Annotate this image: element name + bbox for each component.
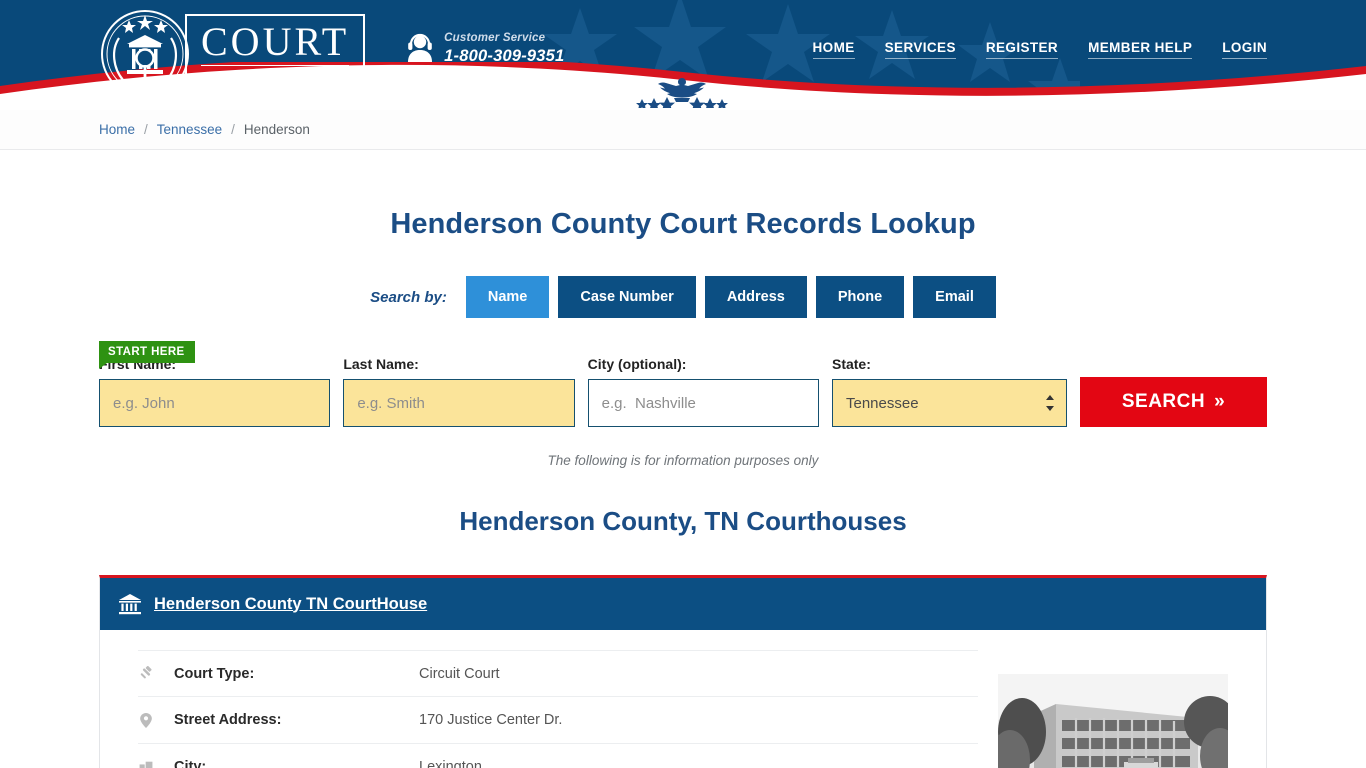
nav-login[interactable]: LOGIN [1222,40,1267,59]
state-label: State: [831,356,871,372]
table-row: Court Type: Circuit Court [138,650,978,697]
last-name-field-group: Last Name: [343,356,575,427]
breadcrumb: Home / Tennessee / Henderson [99,122,1267,137]
page-title: Henderson County Court Records Lookup [390,208,976,240]
city-label: City (optional): [587,356,687,372]
disclaimer-text: The following is for information purpose… [547,453,819,468]
tab-name[interactable]: Name [465,276,550,318]
nav-register[interactable]: REGISTER [985,40,1059,59]
customer-service-label: Customer Service [444,32,546,44]
start-here-badge: START HERE [99,341,195,369]
courthouse-card-header: Henderson County TN CourtHouse [100,578,1266,630]
breadcrumb-state[interactable]: Tennessee [157,122,222,137]
gavel-icon [138,666,154,681]
tab-phone[interactable]: Phone [815,276,905,318]
tab-email[interactable]: Email [913,276,996,318]
courthouse-name-link[interactable]: Henderson County TN CourtHouse [154,595,427,614]
nav-member-help[interactable]: MEMBER HELP [1088,40,1193,59]
courthouse-detail-list: Court Type: Circuit Court Street Address… [138,650,998,768]
eagle-emblem-icon [636,78,728,108]
detail-label: City: [174,759,207,768]
detail-label: Court Type: [174,665,255,682]
headset-support-icon [408,34,433,63]
site-header: COURT CASE FINDER Customer Service 1-800… [0,0,1366,110]
chevron-right-double-icon: » [1214,391,1226,412]
search-by-tabs: Search by: Name Case Number Address Phon… [99,276,1267,318]
search-by-label: Search by: [370,288,447,306]
breadcrumb-current: Henderson [243,122,310,137]
city-input[interactable] [587,379,819,427]
court-search-form: First Name: Last Name: City (optional): … [99,356,1268,427]
nav-services[interactable]: SERVICES [884,40,956,59]
main-navigation: HOME SERVICES REGISTER MEMBER HELP LOGIN [812,40,1267,59]
courthouse-card-body: Court Type: Circuit Court Street Address… [100,630,1266,768]
table-row: Street Address: 170 Justice Center Dr. [138,697,978,744]
customer-service: Customer Service 1-800-309-9351 [407,32,564,65]
customer-service-phone[interactable]: 1-800-309-9351 [444,47,564,65]
first-name-field-group: First Name: [99,356,331,427]
logo-title: COURT [201,19,350,66]
search-button-label: SEARCH [1121,391,1206,412]
state-field-group: State: Tennessee [831,356,1067,427]
detail-value: Lexington [419,759,482,768]
city-icon [138,761,154,768]
tab-address[interactable]: Address [704,276,807,318]
main-content: Henderson County Court Records Lookup Se… [99,208,1268,768]
tab-case-number[interactable]: Case Number [558,276,696,318]
detail-label: Street Address: [174,712,282,728]
last-name-label: Last Name: [343,356,419,372]
bank-building-icon [119,594,141,615]
state-select[interactable]: Tennessee [831,379,1067,427]
court-seal-icon [101,10,189,98]
last-name-input[interactable] [343,379,575,427]
logo-wordmark: COURT CASE FINDER [185,14,366,94]
courthouses-section-title: Henderson County, TN Courthouses [459,506,907,536]
city-field-group: City (optional): [587,356,819,427]
nav-home[interactable]: HOME [812,40,855,59]
breadcrumb-separator-2: / [231,122,235,137]
search-button[interactable]: SEARCH » [1079,377,1268,427]
breadcrumb-separator-1: / [144,122,148,137]
logo-subtitle: CASE FINDER [203,70,347,84]
table-row: City: Lexington [138,744,978,768]
first-name-input[interactable] [99,379,331,427]
breadcrumb-bar: Home / Tennessee / Henderson [0,110,1366,150]
courthouse-photo [998,674,1228,768]
breadcrumb-home[interactable]: Home [99,122,135,137]
detail-value: Circuit Court [419,665,500,682]
map-pin-icon [138,712,154,728]
courthouse-card: Henderson County TN CourtHouse Court Typ… [99,575,1267,768]
site-logo[interactable]: COURT CASE FINDER [99,8,366,100]
detail-value: 170 Justice Center Dr. [419,712,563,728]
